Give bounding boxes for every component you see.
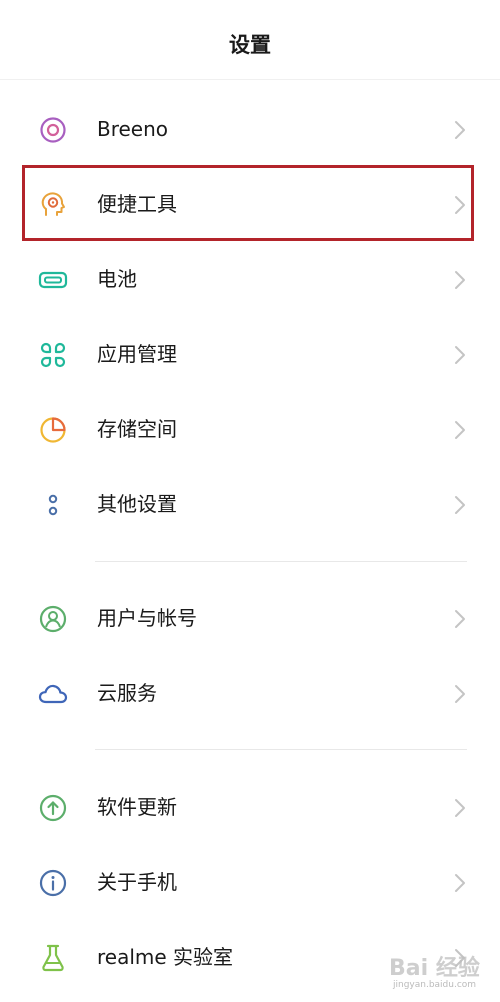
app-management-icon <box>38 340 68 370</box>
chevron-right-icon <box>453 120 467 140</box>
settings-item-app-management[interactable]: 应用管理 <box>0 317 500 391</box>
header-bar: 设置 <box>0 0 500 80</box>
chevron-right-icon <box>453 873 467 893</box>
chevron-right-icon <box>453 684 467 704</box>
settings-item-label: 关于手机 <box>97 870 177 894</box>
settings-item-user-account[interactable]: 用户与帐号 <box>0 581 500 655</box>
storage-icon <box>38 415 68 445</box>
settings-item-label: 云服务 <box>97 681 157 705</box>
breeno-icon <box>38 115 68 145</box>
watermark: Bai 经验 jingyan.baidu.com <box>383 948 495 994</box>
settings-item-label: 用户与帐号 <box>97 606 197 630</box>
watermark-url: jingyan.baidu.com <box>393 980 477 990</box>
settings-item-cloud-service[interactable]: 云服务 <box>0 656 500 730</box>
chevron-right-icon <box>453 798 467 818</box>
settings-item-about-phone[interactable]: 关于手机 <box>0 845 500 919</box>
update-icon <box>38 793 68 823</box>
user-account-icon <box>38 604 68 634</box>
settings-item-software-update[interactable]: 软件更新 <box>0 770 500 844</box>
settings-item-label: 存储空间 <box>97 417 177 441</box>
settings-item-label: Breeno <box>97 117 169 141</box>
chevron-right-icon <box>453 270 467 290</box>
lab-flask-icon <box>38 943 68 973</box>
highlight-box <box>22 165 474 241</box>
settings-item-battery[interactable]: 电池 <box>0 242 500 316</box>
chevron-right-icon <box>453 420 467 440</box>
settings-item-label: 应用管理 <box>97 342 177 366</box>
section-divider <box>95 749 467 750</box>
settings-item-breeno[interactable]: Breeno <box>0 92 500 166</box>
chevron-right-icon <box>453 609 467 629</box>
settings-item-label: realme 实验室 <box>97 945 234 969</box>
page-title: 设置 <box>229 33 271 57</box>
settings-item-label: 软件更新 <box>97 795 177 819</box>
settings-item-storage[interactable]: 存储空间 <box>0 392 500 466</box>
settings-item-label: 电池 <box>97 267 137 291</box>
battery-icon <box>38 265 68 295</box>
info-icon <box>38 868 68 898</box>
cloud-icon <box>38 679 68 709</box>
chevron-right-icon <box>453 495 467 515</box>
settings-item-other-settings[interactable]: 其他设置 <box>0 467 500 541</box>
settings-item-label: 其他设置 <box>97 492 177 516</box>
watermark-text: Bai 经验 <box>389 956 480 981</box>
other-settings-icon <box>38 490 68 520</box>
chevron-right-icon <box>453 345 467 365</box>
section-divider <box>95 561 467 562</box>
